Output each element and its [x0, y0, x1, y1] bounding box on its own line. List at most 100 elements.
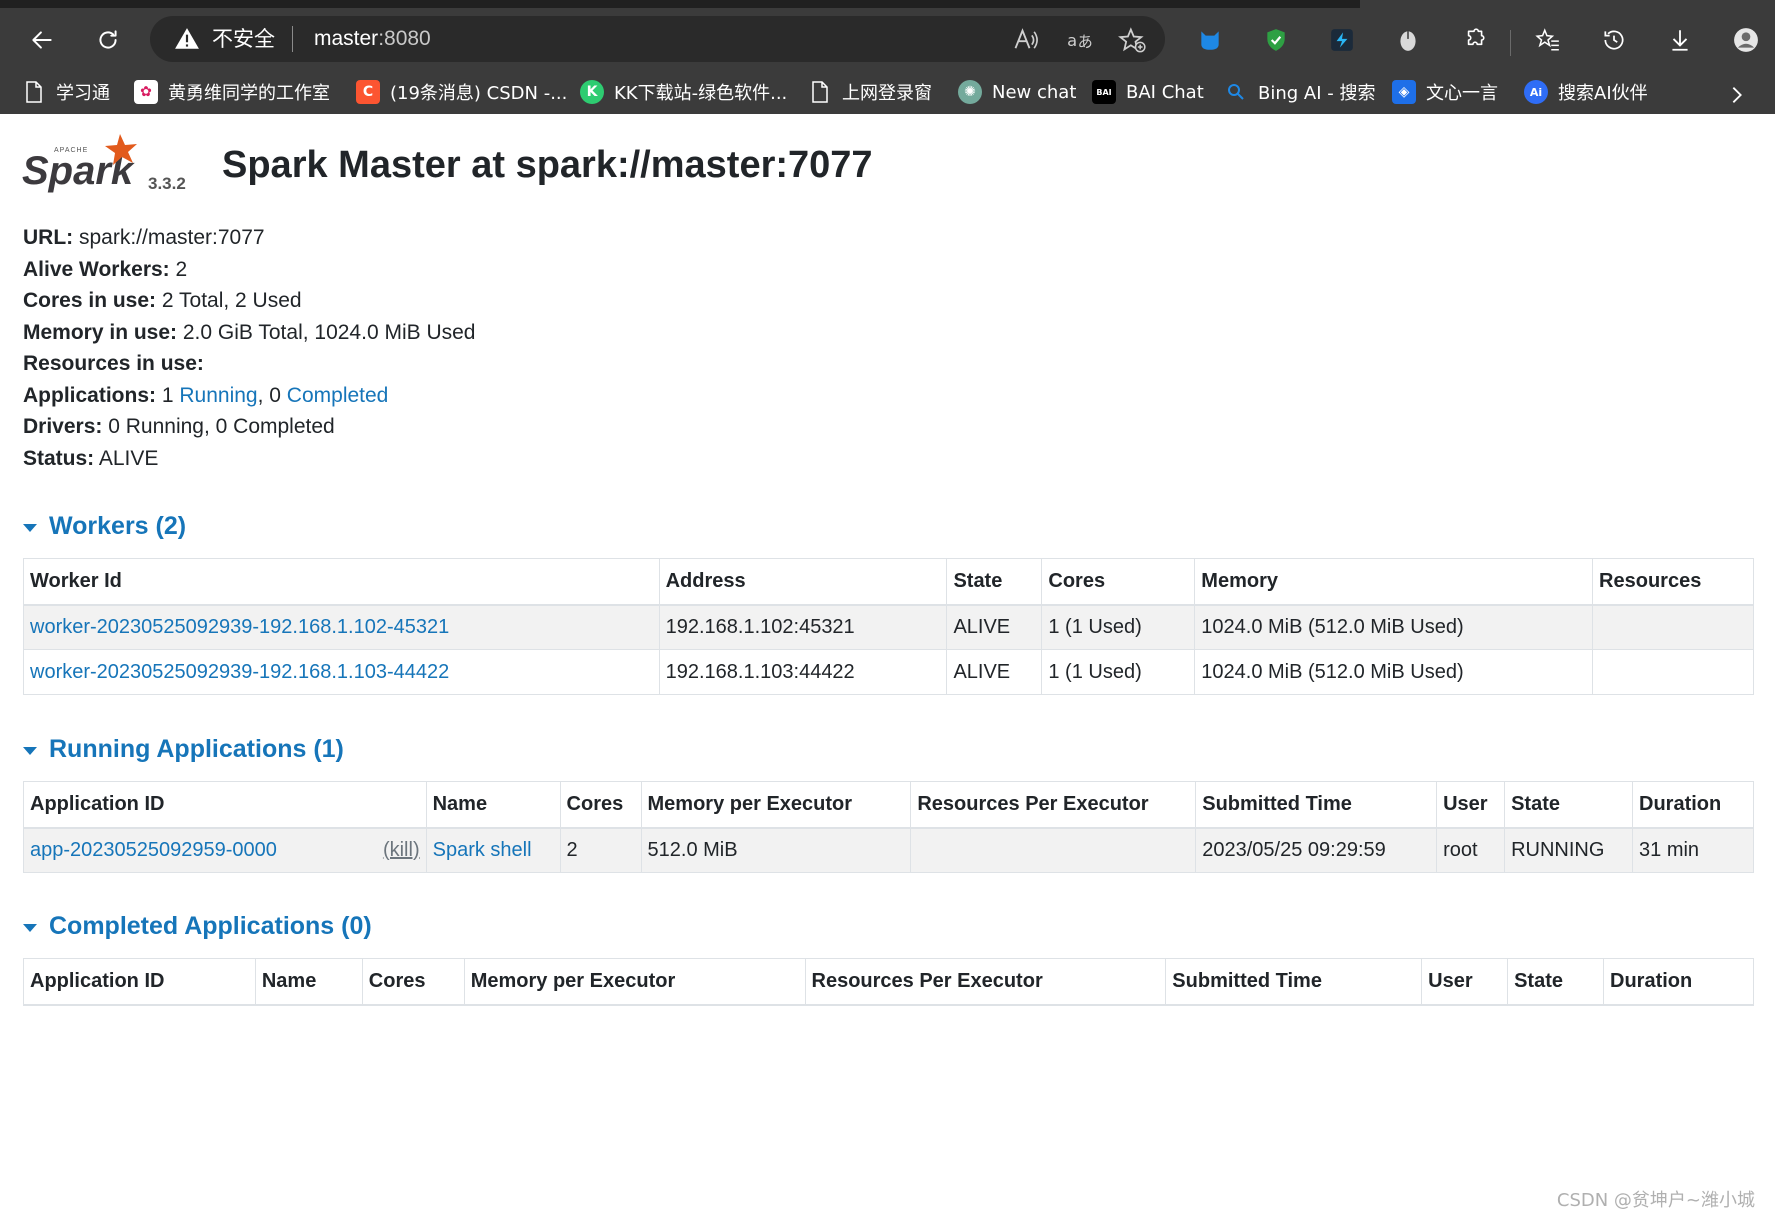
column-header-resources[interactable]: Resources — [1592, 558, 1754, 606]
url-text[interactable]: master:8080 — [314, 26, 431, 52]
puzzle-icon — [1467, 28, 1485, 46]
wenxin-icon: ◈ — [1392, 80, 1416, 104]
app-id-link[interactable]: app-20230525092959-0000 — [30, 839, 277, 861]
workers-section-toggle[interactable]: Workers (2) — [23, 512, 186, 541]
extension-shield-button[interactable] — [1256, 20, 1296, 60]
insecure-label[interactable]: 不安全 — [212, 26, 275, 52]
column-header-state[interactable]: State — [1507, 958, 1605, 1006]
extension-mouse-button[interactable] — [1388, 20, 1428, 60]
history-button[interactable] — [1594, 20, 1634, 60]
favorites-icon — [1535, 28, 1559, 51]
extension-cat-button[interactable] — [1190, 20, 1230, 60]
read-aloud-icon[interactable] — [1012, 26, 1040, 54]
column-header-application-id[interactable]: Application ID — [23, 781, 427, 829]
cat-extension-icon — [1201, 31, 1219, 50]
svg-text:あ: あ — [1078, 33, 1093, 51]
svg-text:a: a — [1067, 31, 1077, 50]
collapse-triangle-icon — [23, 924, 37, 932]
completed-apps-link[interactable]: Completed — [287, 384, 389, 407]
summary-cores: Cores in use: 2 Total, 2 Used — [23, 289, 302, 312]
bookmark-ai-partner[interactable]: Ai 搜索AI伙伴 — [1524, 78, 1648, 106]
column-header-memory-per-executor[interactable]: Memory per Executor — [463, 958, 806, 1006]
table-header-row: Worker Id Address State Cores Memory Res… — [23, 558, 1754, 606]
kill-app-link[interactable]: (kill) — [383, 839, 420, 862]
shield-check-icon — [1267, 29, 1285, 51]
column-header-user[interactable]: User — [1421, 958, 1509, 1006]
mouse-extension-icon — [1400, 31, 1416, 51]
column-header-state[interactable]: State — [1504, 781, 1634, 829]
running-apps-link[interactable]: Running — [179, 384, 257, 407]
column-header-cores[interactable]: Cores — [1041, 558, 1196, 606]
app-name-link[interactable]: Spark shell — [433, 839, 532, 861]
tab-strip — [0, 0, 1775, 8]
running-apps-section-toggle[interactable]: Running Applications (1) — [23, 735, 344, 764]
bolt-extension-icon — [1331, 29, 1353, 51]
reload-button[interactable] — [88, 20, 128, 60]
extensions-button[interactable] — [1454, 20, 1494, 60]
ai-partner-icon: Ai — [1524, 80, 1548, 104]
column-header-application-id[interactable]: Application ID — [23, 958, 256, 1006]
column-header-user[interactable]: User — [1436, 781, 1506, 829]
csdn-watermark: CSDN @贫坤户~潍小城 — [1556, 1190, 1755, 1211]
master-summary: URL: spark://master:7077 Alive Workers: … — [23, 222, 823, 474]
cores-cell: 1 (1 Used) — [1041, 649, 1196, 695]
chevron-right-icon[interactable] — [1726, 84, 1748, 106]
favorites-button[interactable] — [1528, 20, 1568, 60]
summary-drivers: Drivers: 0 Running, 0 Completed — [23, 415, 335, 438]
table-header-row: Application ID Name Cores Memory per Exe… — [23, 781, 1754, 829]
app-id-cell: app-20230525092959-0000 (kill) — [23, 827, 427, 873]
extension-bolt-button[interactable] — [1322, 20, 1362, 60]
translate-icon[interactable]: aあ — [1066, 26, 1094, 54]
bookmark-wenxin[interactable]: ◈ 文心一言 — [1392, 78, 1498, 106]
bookmark-new-chat[interactable]: ✺ New chat — [958, 78, 1076, 106]
column-header-memory-per-executor[interactable]: Memory per Executor — [640, 781, 912, 829]
bookmark-bing-ai[interactable]: Bing AI - 搜索 — [1224, 78, 1375, 106]
search-icon — [1224, 80, 1248, 104]
column-header-cores[interactable]: Cores — [361, 958, 465, 1006]
column-header-memory[interactable]: Memory — [1194, 558, 1594, 606]
summary-status: Status: ALIVE — [23, 446, 159, 470]
bookmark-studio[interactable]: ✿ 黄勇维同学的工作室 — [134, 78, 330, 106]
address-cell: 192.168.1.103:44422 — [658, 649, 948, 695]
completed-apps-table: Application ID Name Cores Memory per Exe… — [23, 958, 1754, 1006]
address-divider — [292, 26, 293, 52]
resources-cell — [1592, 604, 1754, 650]
warning-icon[interactable] — [174, 26, 200, 52]
memory-cell: 1024.0 MiB (512.0 MiB Used) — [1194, 604, 1594, 650]
column-header-duration[interactable]: Duration — [1632, 781, 1754, 829]
back-button[interactable] — [22, 20, 62, 60]
column-header-duration[interactable]: Duration — [1603, 958, 1754, 1006]
bookmark-label: Bing AI - 搜索 — [1258, 83, 1376, 104]
column-header-resources-per-executor[interactable]: Resources Per Executor — [910, 781, 1197, 829]
bookmark-kk[interactable]: K KK下载站-绿色软件... — [580, 78, 787, 106]
column-header-name[interactable]: Name — [425, 781, 561, 829]
kk-icon: K — [580, 80, 604, 104]
spark-logo: APACHE Spark — [22, 134, 137, 193]
spark-master-page: APACHE Spark 3.3.2 Spark Master at spark… — [0, 114, 1775, 1220]
completed-apps-heading: Completed Applications (0) — [49, 912, 372, 940]
active-tab[interactable] — [1360, 0, 1775, 8]
column-header-resources-per-executor[interactable]: Resources Per Executor — [804, 958, 1167, 1006]
csdn-icon: C — [356, 80, 380, 104]
column-header-address[interactable]: Address — [658, 558, 948, 606]
worker-link[interactable]: worker-20230525092939-192.168.1.103-4442… — [30, 661, 449, 683]
bookmark-label: New chat — [992, 81, 1077, 103]
column-header-submitted-time[interactable]: Submitted Time — [1195, 781, 1438, 829]
bookmark-xuexitong[interactable]: 学习通 — [22, 78, 110, 106]
bookmark-label: 文心一言 — [1426, 83, 1498, 104]
downloads-button[interactable] — [1660, 20, 1700, 60]
worker-link[interactable]: worker-20230525092939-192.168.1.102-4532… — [30, 616, 449, 638]
column-header-submitted-time[interactable]: Submitted Time — [1165, 958, 1423, 1006]
bookmark-csdn[interactable]: C (19条消息) CSDN -... — [356, 78, 567, 106]
summary-resources: Resources in use: — [23, 352, 204, 375]
column-header-name[interactable]: Name — [254, 958, 363, 1006]
add-favorite-icon[interactable] — [1118, 26, 1146, 54]
column-header-state[interactable]: State — [946, 558, 1043, 606]
address-bar[interactable]: 不安全 master:8080 aあ — [150, 16, 1165, 62]
bookmark-login[interactable]: 上网登录窗 — [808, 78, 932, 106]
column-header-cores[interactable]: Cores — [559, 781, 642, 829]
column-header-worker-id[interactable]: Worker Id — [23, 558, 660, 606]
profile-button[interactable] — [1726, 20, 1766, 60]
completed-apps-section-toggle[interactable]: Completed Applications (0) — [23, 912, 372, 941]
bookmark-bai-chat[interactable]: BAI BAI Chat — [1092, 78, 1204, 106]
